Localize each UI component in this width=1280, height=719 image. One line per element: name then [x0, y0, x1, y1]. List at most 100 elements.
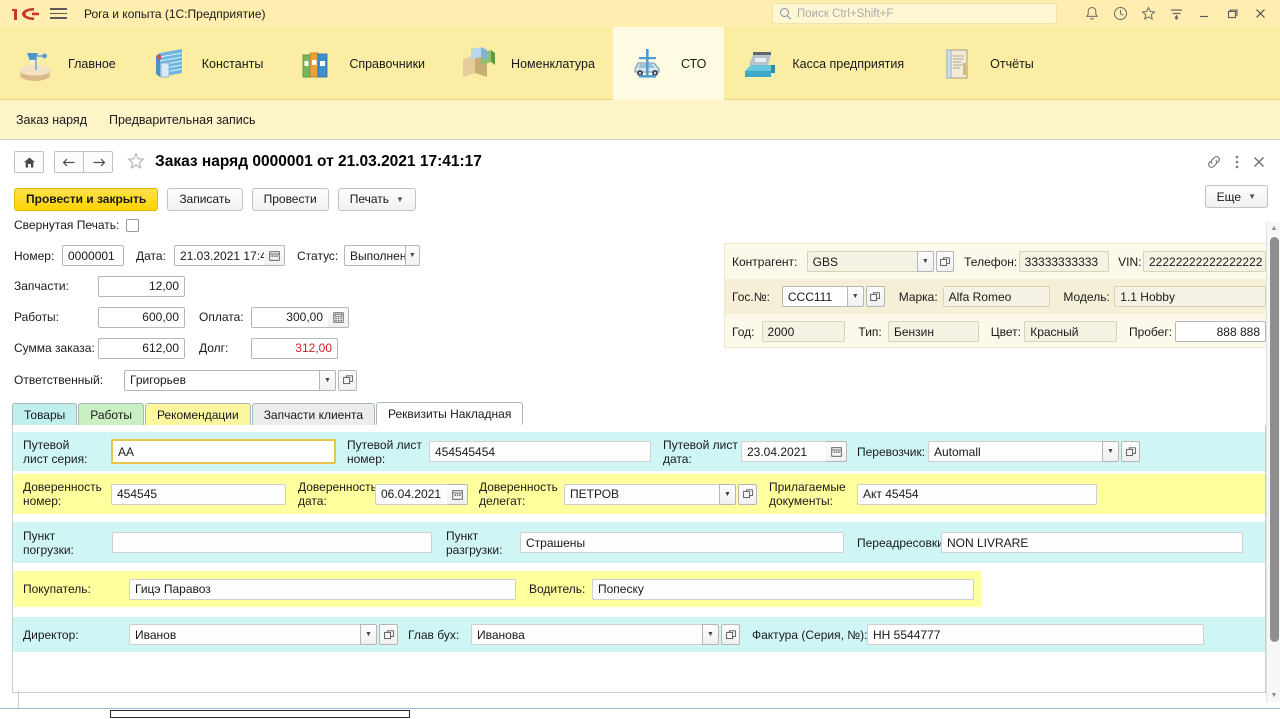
status-field[interactable]: Выполнен — [344, 245, 405, 266]
responsible-dropdown-icon[interactable]: ▼ — [319, 369, 336, 391]
poa-delegate-open-icon[interactable] — [738, 483, 757, 505]
waybill-series-field[interactable]: АА — [111, 439, 336, 464]
loading-point-field[interactable] — [112, 532, 432, 553]
buyer-field[interactable]: Гицэ Паравоз — [129, 578, 516, 600]
invoice-number-field[interactable]: НН 5544777 — [867, 624, 1204, 645]
plate-open-icon[interactable] — [865, 286, 885, 307]
model-label: Модель: — [1063, 289, 1110, 304]
order-total-field[interactable]: 612,00 — [98, 337, 185, 359]
counterparty-open-icon[interactable] — [935, 251, 955, 272]
redirect-field[interactable]: NON LIVRARE — [941, 532, 1243, 553]
fuel-field[interactable]: Бензин — [887, 321, 979, 342]
chief-accountant-dropdown-icon[interactable]: ▼ — [702, 624, 719, 645]
filter-icon[interactable] — [1162, 0, 1190, 27]
waybill-date-field[interactable]: 23.04.2021 — [741, 441, 826, 462]
responsible-open-icon[interactable] — [338, 369, 357, 391]
section-main[interactable]: Главное — [0, 27, 134, 100]
chief-accountant-field[interactable]: Иванова — [471, 624, 702, 645]
back-arrow-icon[interactable] — [54, 151, 84, 173]
poa-delegate-field[interactable]: ПЕТРОВ — [564, 483, 719, 505]
horizontal-scrollbar[interactable] — [0, 708, 1280, 719]
favorite-star-icon[interactable] — [127, 151, 145, 173]
horizontal-scroll-thumb[interactable] — [110, 710, 410, 718]
favorites-star-icon[interactable] — [1134, 0, 1162, 27]
close-icon[interactable] — [1246, 0, 1274, 27]
collapsed-print-checkbox[interactable] — [126, 218, 140, 232]
poa-delegate-group: ПЕТРОВ ▼ — [564, 483, 736, 505]
section-constants[interactable]: Константы — [134, 27, 282, 100]
more-button[interactable]: Еще ▼ — [1204, 185, 1268, 208]
calendar-icon[interactable] — [447, 483, 468, 505]
vin-field[interactable]: 22222222222222222 — [1143, 251, 1266, 272]
attached-docs-field[interactable]: Акт 45454 — [857, 483, 1097, 505]
payment-calculator-icon[interactable] — [328, 306, 349, 328]
mileage-field[interactable]: 888 888 — [1175, 321, 1266, 342]
section-reports[interactable]: Отчёты — [922, 27, 1052, 100]
payment-field[interactable]: 300,00 — [251, 306, 328, 328]
post-button[interactable]: Провести — [251, 187, 329, 211]
tab-client-parts[interactable]: Запчасти клиента — [251, 403, 375, 425]
tab-works[interactable]: Работы — [78, 403, 144, 425]
calendar-icon[interactable] — [264, 245, 285, 266]
poa-number-field[interactable]: 454545 — [111, 483, 286, 505]
plate-field[interactable]: CCC111 — [781, 286, 847, 307]
link-icon[interactable] — [1206, 154, 1222, 170]
vertical-scroll-thumb[interactable] — [1270, 237, 1279, 642]
section-catalogs[interactable]: Справочники — [281, 27, 443, 100]
director-label: Директор: — [23, 627, 79, 642]
hamburger-icon[interactable] — [50, 5, 72, 23]
section-nomenclature[interactable]: Номенклатура — [443, 27, 613, 100]
driver-field[interactable]: Попеску — [592, 578, 974, 600]
forward-arrow-icon[interactable] — [83, 151, 113, 173]
print-button[interactable]: Печать ▼ — [337, 187, 416, 211]
poa-date-group: 06.04.2021 — [375, 483, 447, 505]
post-and-close-button[interactable]: Провести и закрыть — [14, 187, 159, 211]
restore-icon[interactable] — [1218, 0, 1246, 27]
kebab-menu-icon[interactable] — [1235, 154, 1239, 170]
director-field[interactable]: Иванов — [129, 624, 360, 645]
history-icon[interactable] — [1106, 0, 1134, 27]
notifications-icon[interactable] — [1078, 0, 1106, 27]
global-search-box[interactable]: Поиск Ctrl+Shift+F — [772, 3, 1057, 24]
close-form-icon[interactable] — [1252, 155, 1266, 169]
chief-accountant-open-icon[interactable] — [721, 624, 740, 645]
carrier-dropdown-icon[interactable]: ▼ — [1102, 441, 1119, 462]
counterparty-field[interactable]: GBS — [806, 251, 917, 272]
status-dropdown-icon[interactable]: ▼ — [404, 245, 420, 266]
nav-link-order[interactable]: Заказ наряд — [16, 113, 87, 127]
scroll-down-arrow-icon[interactable]: ▼ — [1267, 689, 1280, 702]
home-icon[interactable] — [14, 151, 44, 173]
debt-field[interactable]: 312,00 — [251, 337, 338, 359]
plate-dropdown-icon[interactable]: ▼ — [846, 286, 864, 307]
number-field[interactable]: 0000001 — [62, 245, 124, 266]
section-sto[interactable]: СТО — [612, 27, 725, 100]
minimize-icon[interactable] — [1190, 0, 1218, 27]
waybill-number-field[interactable]: 454545454 — [429, 441, 651, 462]
calendar-icon[interactable] — [826, 441, 847, 462]
director-dropdown-icon[interactable]: ▼ — [360, 624, 377, 645]
unloading-point-field[interactable]: Страшены — [520, 532, 844, 553]
tab-goods[interactable]: Товары — [12, 403, 78, 425]
brand-field[interactable]: Alfa Romeo — [942, 286, 1051, 307]
tab-invoice-details[interactable]: Реквизиты Накладная — [376, 402, 524, 425]
works-field[interactable]: 600,00 — [98, 306, 185, 328]
carrier-field[interactable]: Automall — [928, 441, 1102, 462]
director-open-icon[interactable] — [379, 624, 398, 645]
scroll-up-arrow-icon[interactable]: ▲ — [1267, 222, 1280, 235]
counterparty-dropdown-icon[interactable]: ▼ — [916, 251, 934, 272]
date-field[interactable]: 21.03.2021 17:41: — [174, 245, 264, 266]
nav-link-preliminary[interactable]: Предварительная запись — [109, 113, 256, 127]
color-field[interactable]: Красный — [1024, 321, 1117, 342]
parts-field[interactable]: 12,00 — [98, 275, 185, 297]
year-field[interactable]: 2000 — [761, 321, 846, 342]
write-button[interactable]: Записать — [167, 187, 243, 211]
phone-field[interactable]: 33333333333 — [1018, 251, 1110, 272]
poa-date-field[interactable]: 06.04.2021 — [375, 483, 447, 505]
poa-delegate-dropdown-icon[interactable]: ▼ — [719, 483, 736, 505]
carrier-open-icon[interactable] — [1121, 441, 1140, 462]
responsible-field[interactable]: Григорьев — [124, 369, 319, 391]
tab-recommendations[interactable]: Рекомендации — [144, 403, 251, 425]
model-field[interactable]: 1.1 Hobby — [1114, 286, 1266, 307]
vertical-scrollbar[interactable]: ▲ ▼ — [1266, 222, 1280, 702]
section-cash-register[interactable]: Касса предприятия — [724, 27, 922, 100]
